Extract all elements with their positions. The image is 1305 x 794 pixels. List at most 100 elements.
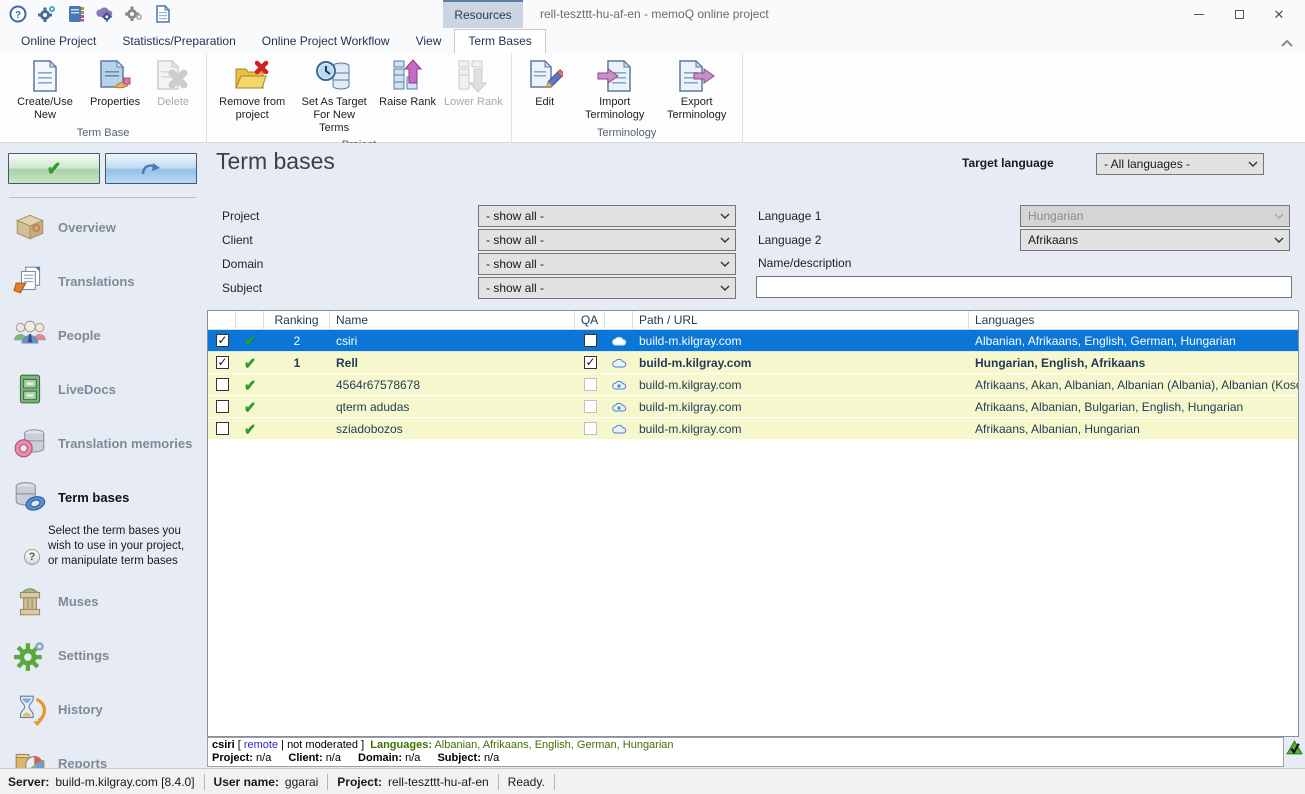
apply-changes-button[interactable]: ✔	[8, 153, 100, 184]
collapse-ribbon-button[interactable]	[1279, 38, 1295, 50]
sidebar-item-overview[interactable]: Overview	[0, 200, 205, 254]
table-row[interactable]: ✔ qterm adudas build-m.kilgray.com Afrik…	[208, 396, 1298, 418]
status-bar: Server:build-m.kilgray.com [8.4.0] User …	[0, 768, 1305, 794]
ok-check-icon: ✔	[244, 420, 257, 438]
contextual-tab-group: Resources	[443, 0, 523, 28]
ribbon-group-label: Terminology	[516, 126, 738, 142]
divider	[498, 774, 499, 790]
qa-checkbox	[584, 400, 597, 413]
table-row[interactable]: ✔ sziadobozos build-m.kilgray.com Afrika…	[208, 418, 1298, 440]
help-icon[interactable]: ?	[8, 4, 28, 24]
edit-button[interactable]: Edit	[516, 55, 574, 112]
maximize-button[interactable]	[1219, 0, 1259, 28]
question-mark-icon: ?	[24, 549, 40, 565]
lower-rank-button: Lower Rank	[440, 55, 507, 112]
minimize-icon	[1194, 14, 1204, 15]
cabinet-icon	[12, 372, 48, 406]
delete-button: Delete	[144, 55, 202, 112]
tab-view[interactable]: View	[403, 30, 455, 53]
table-row[interactable]: ✔ 1 Rell build-m.kilgray.com Hungarian, …	[208, 352, 1298, 374]
column-ranking[interactable]: Ranking	[264, 311, 330, 329]
tab-statistics-preparation[interactable]: Statistics/Preparation	[109, 30, 248, 53]
table-row[interactable]: ✔ 4564r67578678 build-m.kilgray.com Afri…	[208, 374, 1298, 396]
sidebar-item-translation-memories[interactable]: Translation memories	[0, 416, 205, 470]
tab-online-project-workflow[interactable]: Online Project Workflow	[249, 30, 403, 53]
name-description-input[interactable]	[756, 276, 1292, 298]
properties-button[interactable]: Properties	[86, 55, 144, 112]
edit-pencil-icon	[527, 58, 563, 94]
use-checkbox[interactable]	[216, 422, 229, 435]
project-filter-select[interactable]: - show all -	[478, 205, 736, 227]
use-checkbox[interactable]	[216, 334, 229, 347]
ok-check-icon: ✔	[244, 376, 257, 394]
close-icon: ✕	[1274, 8, 1285, 21]
revert-button[interactable]	[105, 153, 197, 184]
ok-check-icon: ✔	[244, 398, 257, 416]
close-button[interactable]: ✕	[1259, 0, 1299, 28]
details-remote-flag: remote	[244, 739, 278, 751]
sidebar-item-translations[interactable]: Translations	[0, 254, 205, 308]
languages-cell: Albanian, Afrikaans, English, German, Hu…	[969, 330, 1298, 351]
languages-cell: Afrikaans, Albanian, Bulgarian, English,…	[969, 396, 1298, 417]
server-administrator-icon[interactable]	[37, 4, 57, 24]
use-checkbox[interactable]	[216, 356, 229, 369]
column-languages[interactable]: Languages	[969, 311, 1298, 329]
sidebar-item-settings[interactable]: Settings	[0, 629, 205, 683]
remove-from-project-button[interactable]: Remove from project	[211, 55, 293, 125]
sidebar-item-people[interactable]: People	[0, 308, 205, 362]
cloud-settings-icon[interactable]	[95, 4, 115, 24]
termbase-icon	[12, 480, 48, 514]
column-qa[interactable]: QA	[575, 311, 605, 329]
qa-checkbox[interactable]	[584, 334, 597, 347]
use-checkbox[interactable]	[216, 400, 229, 413]
set-as-target-button[interactable]: Set As Target For New Terms	[293, 55, 375, 138]
domain-filter-select[interactable]: - show all -	[478, 253, 736, 275]
tab-online-project[interactable]: Online Project	[8, 30, 109, 53]
main-pane: Term bases Target language - All languag…	[205, 143, 1305, 768]
cloud-icon	[611, 357, 627, 369]
document-icon[interactable]	[153, 4, 173, 24]
table-header: Ranking Name QA Path / URL Languages	[208, 311, 1298, 330]
qa-settings-button[interactable]	[1286, 739, 1303, 756]
column-icon	[12, 585, 48, 619]
tab-term-bases[interactable]: Term Bases	[454, 29, 545, 53]
name-cell: csiri	[330, 330, 575, 351]
sidebar-item-reports[interactable]: Reports	[0, 737, 205, 768]
divider	[9, 197, 196, 198]
curved-arrow-icon	[140, 161, 162, 177]
table-row[interactable]: ✔ 2 csiri build-m.kilgray.com Albanian, …	[208, 330, 1298, 352]
column-path-url[interactable]: Path / URL	[633, 311, 969, 329]
sidebar-item-term-bases[interactable]: Term bases	[0, 470, 205, 524]
column-name[interactable]: Name	[330, 311, 575, 329]
subject-filter-select[interactable]: - show all -	[478, 277, 736, 299]
name-description-label: Name/description	[758, 256, 851, 270]
language1-label: Language 1	[758, 209, 821, 223]
import-terminology-button[interactable]: Import Terminology	[574, 55, 656, 125]
language2-label: Language 2	[758, 233, 821, 247]
sidebar-item-muses[interactable]: Muses	[0, 575, 205, 629]
remove-folder-icon	[233, 58, 271, 94]
term-base-details-panel: csiri [ remote | not moderated ] Languag…	[207, 737, 1284, 767]
create-use-new-button[interactable]: Create/Use New	[4, 55, 86, 125]
ranking-cell: 1	[264, 352, 330, 373]
button-label: Raise Rank	[379, 96, 436, 109]
minimize-button[interactable]	[1179, 0, 1219, 28]
sidebar-item-history[interactable]: History	[0, 683, 205, 737]
raise-rank-button[interactable]: Raise Rank	[375, 55, 440, 112]
page-title: Term bases	[216, 148, 335, 175]
cloud-icon	[611, 423, 627, 435]
address-book-icon[interactable]	[66, 4, 86, 24]
qa-checkbox[interactable]	[584, 356, 597, 369]
use-checkbox[interactable]	[216, 378, 229, 391]
export-terminology-button[interactable]: Export Terminology	[656, 55, 738, 125]
sidebar-item-livedocs[interactable]: LiveDocs	[0, 362, 205, 416]
project-filter-label: Project	[222, 209, 259, 223]
language2-select[interactable]: Afrikaans	[1020, 229, 1290, 251]
client-filter-select[interactable]: - show all -	[478, 229, 736, 251]
language1-select: Hungarian	[1020, 205, 1290, 227]
status-project: Project:rell-teszttt-hu-af-en	[337, 775, 488, 789]
target-language-select[interactable]: - All languages -	[1096, 153, 1264, 175]
target-language-label: Target language	[962, 156, 1054, 170]
status-ready: Ready.	[508, 775, 545, 789]
details-moderation-flag: not moderated	[287, 739, 358, 751]
